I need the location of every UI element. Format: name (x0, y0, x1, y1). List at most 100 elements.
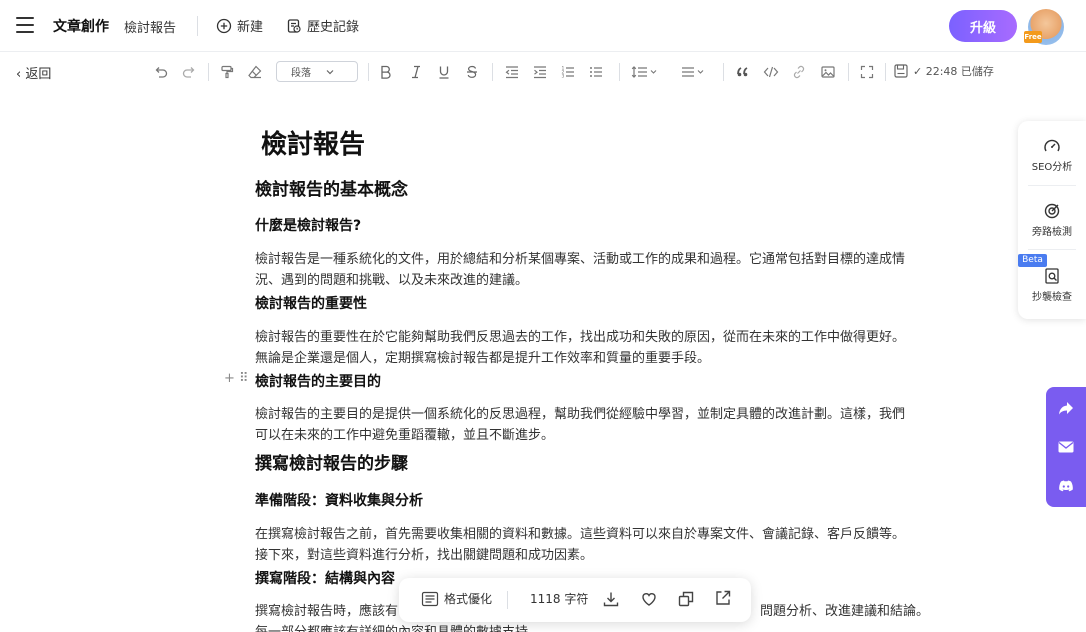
eraser-icon[interactable] (247, 62, 263, 82)
subsection-heading[interactable]: 檢討報告的重要性 (255, 293, 367, 313)
plagiarism-check-button[interactable]: 抄襲檢查 (1018, 267, 1086, 303)
bypass-label: 旁路檢測 (1032, 227, 1072, 238)
subsection-heading[interactable]: 準備階段：資料收集與分析 (255, 490, 423, 510)
line-height-icon[interactable] (631, 62, 661, 82)
quote-icon[interactable] (735, 62, 751, 82)
beta-badge: Beta (1018, 254, 1047, 267)
history-button[interactable]: 歷史記錄 (286, 16, 359, 35)
check-label: 抄襲檢查 (1032, 292, 1072, 303)
top-bar: 文章創作 檢討報告 新建 歷史記錄 升級 Free (0, 0, 1086, 52)
divider (492, 63, 493, 81)
paragraph[interactable]: 檢討報告的主要目的是提供一個系統化的反思過程，幫助我們從經驗中學習，並制定具體的… (255, 404, 945, 446)
indent-icon[interactable] (532, 62, 548, 82)
svg-text:3: 3 (562, 74, 565, 80)
bold-icon[interactable] (379, 62, 393, 82)
italic-icon[interactable] (409, 62, 423, 82)
paragraph[interactable]: 在撰寫檢討報告之前，首先需要收集相關的資料和數據。這些資料可以來自於專案文件、會… (255, 524, 945, 566)
bypass-detection-button[interactable]: 旁路檢測 (1018, 202, 1086, 238)
hamburger-menu-icon[interactable] (16, 17, 34, 33)
paragraph[interactable]: 檢討報告的重要性在於它能夠幫助我們反思過去的工作，找出成功和失敗的原因，從而在未… (255, 327, 945, 369)
subsection-heading[interactable]: 撰寫階段：結構與內容 (255, 568, 395, 588)
code-icon[interactable] (763, 62, 779, 82)
heart-icon[interactable] (640, 590, 658, 608)
fullscreen-icon[interactable] (859, 62, 875, 82)
format-optimize-button[interactable]: 格式優化 (421, 590, 492, 607)
back-button[interactable]: ‹ 返回 (16, 63, 51, 82)
paragraph-line: 檢討報告的重要性在於它能夠幫助我們反思過去的工作，找出成功和失敗的原因，從而在未… (255, 330, 906, 345)
block-handle[interactable]: + ⠿ (224, 371, 249, 386)
divider (1028, 249, 1076, 250)
paragraph-line: 況、遇到的問題和挑戰、以及未來改進的建議。 (255, 273, 529, 288)
app-title: 文章創作 (53, 19, 109, 35)
divider (619, 63, 620, 81)
paragraph-select-value: 段落 (291, 68, 311, 79)
save-status: ✓ 22:48 已儲存 (893, 63, 994, 79)
mail-icon[interactable] (1057, 438, 1075, 456)
copy-icon[interactable] (677, 590, 695, 608)
bullet-list-icon[interactable] (588, 62, 604, 82)
outdent-icon[interactable] (504, 62, 520, 82)
chevron-down-icon (326, 69, 334, 74)
scan-document-icon (1045, 268, 1059, 284)
share-icon[interactable] (1057, 399, 1075, 417)
divider (848, 63, 849, 81)
image-icon[interactable] (820, 62, 836, 82)
external-link-icon[interactable] (714, 589, 732, 607)
link-icon[interactable] (791, 62, 807, 82)
back-label: 返回 (25, 67, 52, 82)
plus-circle-icon (216, 18, 232, 33)
subsection-heading[interactable]: 檢討報告的主要目的 (255, 371, 381, 391)
download-icon[interactable] (602, 590, 620, 608)
tools-side-panel: SEO分析 旁路檢測 抄襲檢查 (1018, 121, 1086, 319)
history-icon (287, 18, 301, 33)
upgrade-button[interactable]: 升級 (949, 10, 1017, 42)
new-button[interactable]: 新建 (216, 16, 263, 35)
divider (197, 16, 198, 36)
character-count: 1118 字符 (530, 590, 588, 607)
paragraph-line: 在撰寫檢討報告之前，首先需要收集相關的資料和數據。這些資料可以來自於專案文件、會… (255, 527, 906, 542)
document-title[interactable]: 檢討報告 (261, 124, 365, 161)
ordered-list-icon[interactable]: 123 (560, 62, 576, 82)
paragraph-line: 可以在未來的工作中避免重蹈覆轍，並且不斷進步。 (255, 428, 555, 443)
editor-toolbar: ‹ 返回 段落 123 ✓ 22:48 已儲存 (0, 58, 1086, 86)
paragraph-select[interactable]: 段落 (276, 61, 358, 82)
seo-label: SEO分析 (1031, 162, 1073, 173)
target-icon (1044, 203, 1060, 219)
format-icon (421, 591, 439, 606)
paragraph-fragment: 撰寫檢討報告時，應該有 (255, 604, 399, 619)
paragraph-line: 檢討報告是一種系統化的文件，用於總結和分析某個專案、活動或工作的成果和過程。它通… (255, 252, 906, 267)
char-count-text: 1118 字符 (530, 592, 589, 606)
bottom-action-bar: 格式優化 1118 字符 (399, 578, 751, 622)
divider (1028, 185, 1076, 186)
paragraph-line: 接下來，對這些資料進行分析，找出關鍵問題和成功因素。 (255, 548, 594, 563)
speedometer-icon (1044, 139, 1060, 152)
share-panel (1046, 387, 1086, 507)
section-heading[interactable]: 檢討報告的基本概念 (255, 175, 408, 200)
subsection-heading[interactable]: 什麼是檢討報告? (255, 215, 361, 235)
format-painter-icon[interactable] (219, 62, 235, 82)
format-label: 格式優化 (444, 592, 493, 606)
document-name[interactable]: 檢討報告 (124, 17, 176, 36)
save-status-text: ✓ 22:48 已儲存 (913, 65, 994, 78)
seo-analysis-button[interactable]: SEO分析 (1018, 137, 1086, 173)
paragraph-fragment: 問題分析、改進建議和結論。 (760, 604, 930, 619)
align-icon[interactable] (680, 62, 710, 82)
divider (723, 63, 724, 81)
discord-icon[interactable] (1057, 477, 1075, 495)
paragraph[interactable]: 檢討報告是一種系統化的文件，用於總結和分析某個專案、活動或工作的成果和過程。它通… (255, 249, 945, 291)
divider (507, 591, 508, 609)
section-heading[interactable]: 撰寫檢討報告的步驟 (255, 449, 408, 474)
paragraph-line: 無論是企業還是個人，定期撰寫檢討報告都是提升工作效率和質量的重要手段。 (255, 351, 711, 366)
divider (368, 63, 369, 81)
paragraph-line: 每一部分都應該有詳細的內容和具體的數據支持。 (255, 622, 945, 632)
underline-icon[interactable] (437, 62, 451, 82)
undo-icon[interactable] (153, 62, 169, 82)
divider (885, 63, 886, 81)
new-label: 新建 (237, 20, 264, 35)
save-icon[interactable] (893, 63, 909, 79)
paragraph-line: 檢討報告的主要目的是提供一個系統化的反思過程，幫助我們從經驗中學習，並制定具體的… (255, 407, 906, 422)
plan-badge: Free (1024, 31, 1042, 43)
redo-icon[interactable] (181, 62, 197, 82)
strikethrough-icon[interactable] (465, 62, 479, 82)
history-label: 歷史記錄 (307, 20, 360, 35)
